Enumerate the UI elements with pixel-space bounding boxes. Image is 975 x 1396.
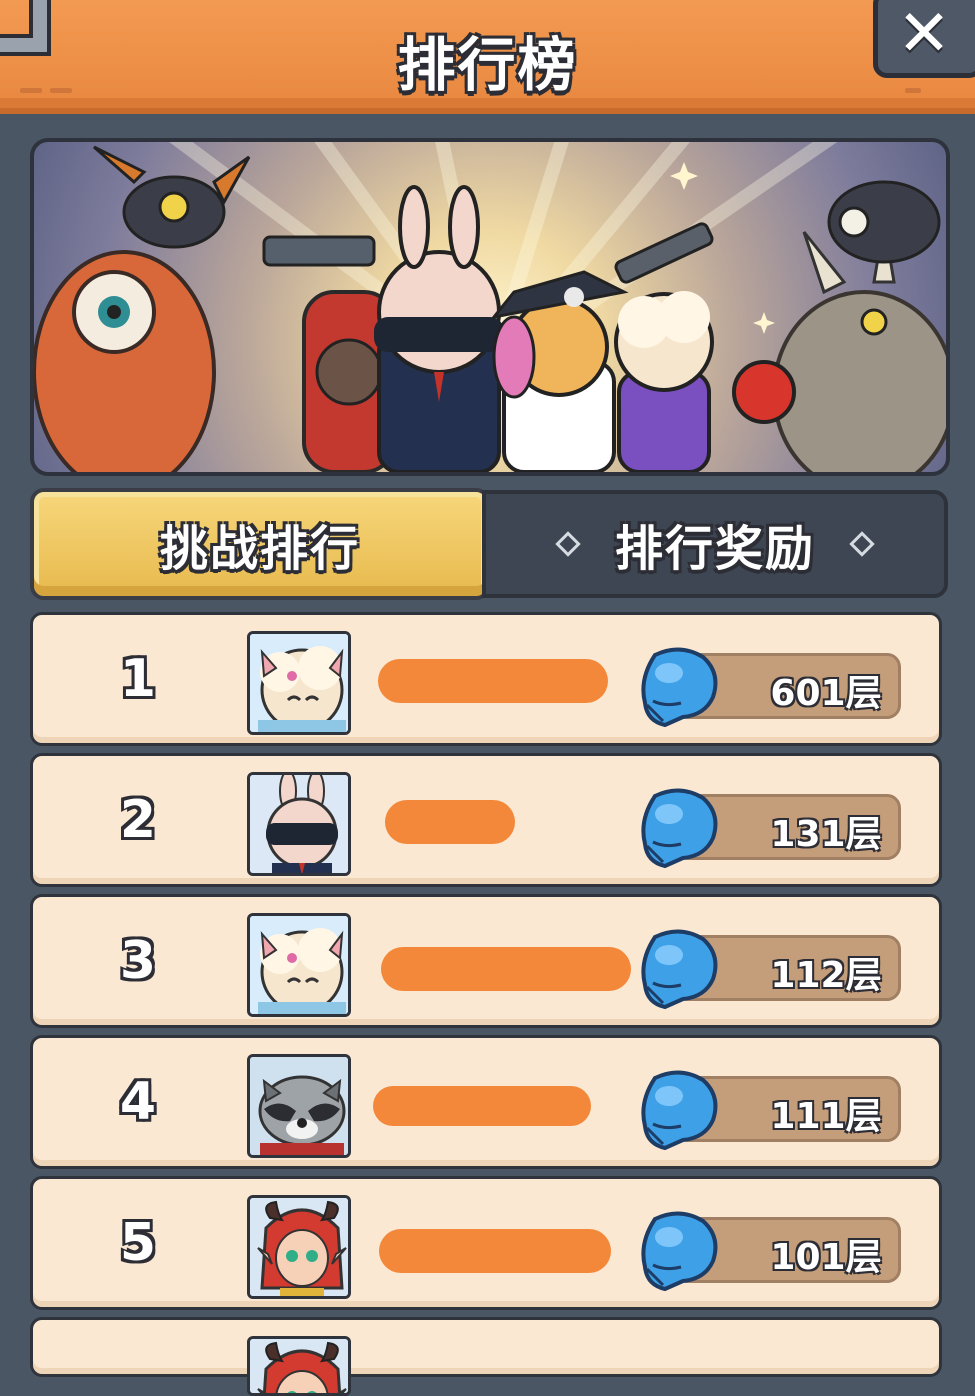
boxing-glove-icon xyxy=(635,1209,721,1293)
player-avatar xyxy=(247,772,351,876)
floor-score: 111层 xyxy=(770,1096,882,1137)
tab-challenge-ranking-label: 挑战排行 xyxy=(159,521,360,577)
player-name-redacted xyxy=(385,800,515,844)
player-avatar xyxy=(247,1054,351,1158)
leaderboard-row[interactable]: 1 601层 xyxy=(30,612,942,746)
player-name-redacted xyxy=(379,1229,611,1273)
player-avatar xyxy=(247,913,351,1017)
floor-score: 601层 xyxy=(770,673,882,714)
close-icon: ✕ xyxy=(897,0,951,71)
leaderboard-row-partial[interactable] xyxy=(30,1317,942,1396)
boxing-glove-icon xyxy=(635,645,721,729)
rank-number: 3 xyxy=(119,931,157,991)
page-title: 排行榜 xyxy=(397,31,578,99)
rank-number: 1 xyxy=(119,649,157,709)
title-bar: 排行榜 ✕ xyxy=(0,0,975,114)
banner-illustration xyxy=(34,142,946,472)
rank-number: 2 xyxy=(119,790,157,850)
close-button[interactable]: ✕ xyxy=(873,0,975,78)
floor-score: 112层 xyxy=(770,955,882,996)
leaderboard-row[interactable]: 5 101层 xyxy=(30,1176,942,1310)
leaderboard-row[interactable]: 2 131层 xyxy=(30,753,942,887)
player-avatar xyxy=(247,1195,351,1299)
leaderboard-banner xyxy=(30,138,950,476)
tab-ranking-rewards[interactable]: 排行奖励 xyxy=(482,490,948,598)
diamond-icon xyxy=(849,531,875,557)
leaderboard-row[interactable]: 4 111层 xyxy=(30,1035,942,1169)
player-name-redacted xyxy=(378,659,608,703)
tab-ranking-rewards-label: 排行奖励 xyxy=(614,521,815,577)
tab-challenge-ranking[interactable]: 挑战排行 xyxy=(30,488,490,600)
floor-score: 131层 xyxy=(770,814,882,855)
tab-bar: 挑战排行 排行奖励 xyxy=(30,488,948,600)
boxing-glove-icon xyxy=(635,927,721,1011)
player-avatar xyxy=(247,1336,351,1396)
diamond-icon xyxy=(555,531,581,557)
floor-score: 101层 xyxy=(770,1237,882,1278)
player-name-redacted xyxy=(373,1086,591,1126)
player-avatar xyxy=(247,631,351,735)
player-name-redacted xyxy=(381,947,631,991)
boxing-glove-icon xyxy=(635,786,721,870)
boxing-glove-icon xyxy=(635,1068,721,1152)
rank-number: 5 xyxy=(119,1213,157,1273)
leaderboard-row[interactable]: 3 112层 xyxy=(30,894,942,1028)
rank-number: 4 xyxy=(119,1072,157,1132)
